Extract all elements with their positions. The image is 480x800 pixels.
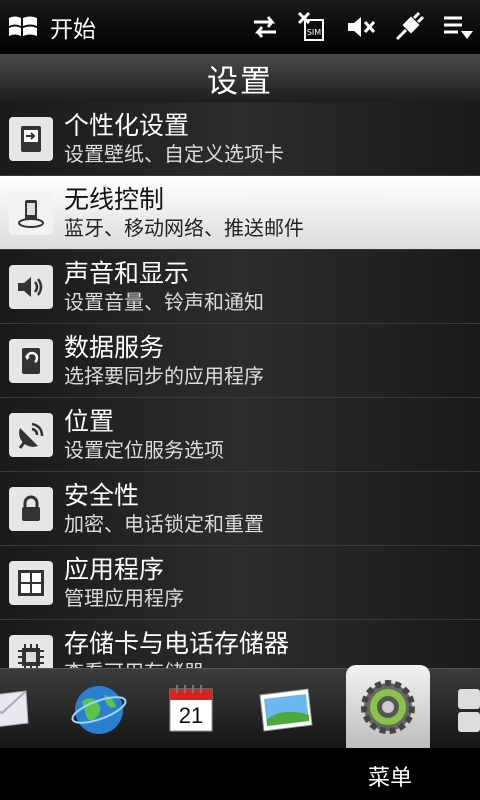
settings-item-data-services[interactable]: 数据服务 选择要同步的应用程序	[0, 324, 480, 398]
tab-internet[interactable]	[68, 679, 130, 741]
settings-item-subtitle: 设置定位服务选项	[64, 438, 224, 462]
settings-item-title: 数据服务	[64, 333, 165, 362]
menu-lines-icon[interactable]	[440, 10, 474, 44]
settings-item-location[interactable]: 位置 设置定位服务选项	[0, 398, 480, 472]
calendar-day: 21	[178, 703, 204, 728]
settings-item-security[interactable]: 安全性 加密、电话锁定和重置	[0, 472, 480, 546]
settings-item-title: 存储卡与电话存储器	[64, 629, 290, 658]
tab-photos[interactable]	[254, 679, 316, 741]
memory-chip-icon	[9, 634, 53, 668]
settings-item-title: 个性化设置	[64, 111, 190, 140]
phone-wireless-icon	[9, 190, 53, 235]
tab-calendar[interactable]: 21	[160, 679, 222, 741]
speaker-muted-icon[interactable]	[344, 10, 378, 44]
settings-item-title: 声音和显示	[64, 259, 190, 288]
menu-bar: 菜单	[0, 748, 480, 800]
menu-button[interactable]: 菜单	[352, 760, 428, 792]
settings-gear-icon	[361, 680, 415, 734]
mail-icon	[0, 690, 29, 727]
settings-item-subtitle: 蓝牙、移动网络、推送邮件	[64, 216, 304, 240]
settings-list[interactable]: 个性化设置 设置壁纸、自定义选项卡 无线控制 蓝牙、移动网络、推送邮件 声音和显…	[0, 102, 480, 668]
personalize-icon	[9, 116, 53, 161]
svg-text:SIM: SIM	[307, 28, 321, 37]
settings-item-subtitle: 设置壁纸、自定义选项卡	[64, 142, 284, 166]
sync-arrows-icon[interactable]	[248, 10, 282, 44]
satellite-dish-icon	[9, 412, 53, 457]
tab-mail[interactable]	[0, 679, 32, 741]
tab-strip[interactable]: 21	[0, 665, 480, 749]
page-title: 设置	[207, 63, 273, 100]
apps-grid-icon	[9, 560, 53, 605]
settings-item-subtitle: 加密、电话锁定和重置	[64, 512, 264, 536]
settings-item-wireless[interactable]: 无线控制 蓝牙、移动网络、推送邮件	[0, 176, 480, 250]
internet-globe-icon	[71, 686, 127, 734]
status-bar: 开始 SIM	[0, 0, 480, 54]
settings-item-title: 无线控制	[64, 185, 165, 214]
settings-item-subtitle: 查看可用存储器	[64, 659, 289, 668]
page-title-bar: 设置	[0, 54, 480, 103]
tab-settings[interactable]	[346, 665, 430, 749]
settings-item-applications[interactable]: 应用程序 管理应用程序	[0, 546, 480, 620]
settings-item-title: 应用程序	[64, 555, 165, 584]
tab-more[interactable]	[448, 679, 480, 741]
usb-plug-icon[interactable]	[392, 10, 426, 44]
windows-logo-icon[interactable]	[6, 10, 40, 44]
settings-item-title: 位置	[64, 407, 115, 436]
photos-icon	[259, 688, 313, 732]
settings-item-storage[interactable]: 存储卡与电话存储器 查看可用存储器	[0, 620, 480, 668]
settings-item-subtitle: 选择要同步的应用程序	[64, 364, 264, 388]
settings-item-subtitle: 管理应用程序	[64, 586, 184, 610]
settings-item-personalize[interactable]: 个性化设置 设置壁纸、自定义选项卡	[0, 102, 480, 176]
no-sim-icon[interactable]: SIM	[296, 10, 330, 44]
lock-icon	[9, 486, 53, 531]
more-tiles-icon	[458, 689, 480, 732]
start-label[interactable]: 开始	[50, 10, 96, 44]
settings-item-sound-display[interactable]: 声音和显示 设置音量、铃声和通知	[0, 250, 480, 324]
speaker-icon	[9, 264, 53, 309]
settings-item-title: 安全性	[64, 481, 140, 510]
sync-phone-icon	[9, 338, 53, 383]
settings-item-subtitle: 设置音量、铃声和通知	[64, 290, 264, 314]
